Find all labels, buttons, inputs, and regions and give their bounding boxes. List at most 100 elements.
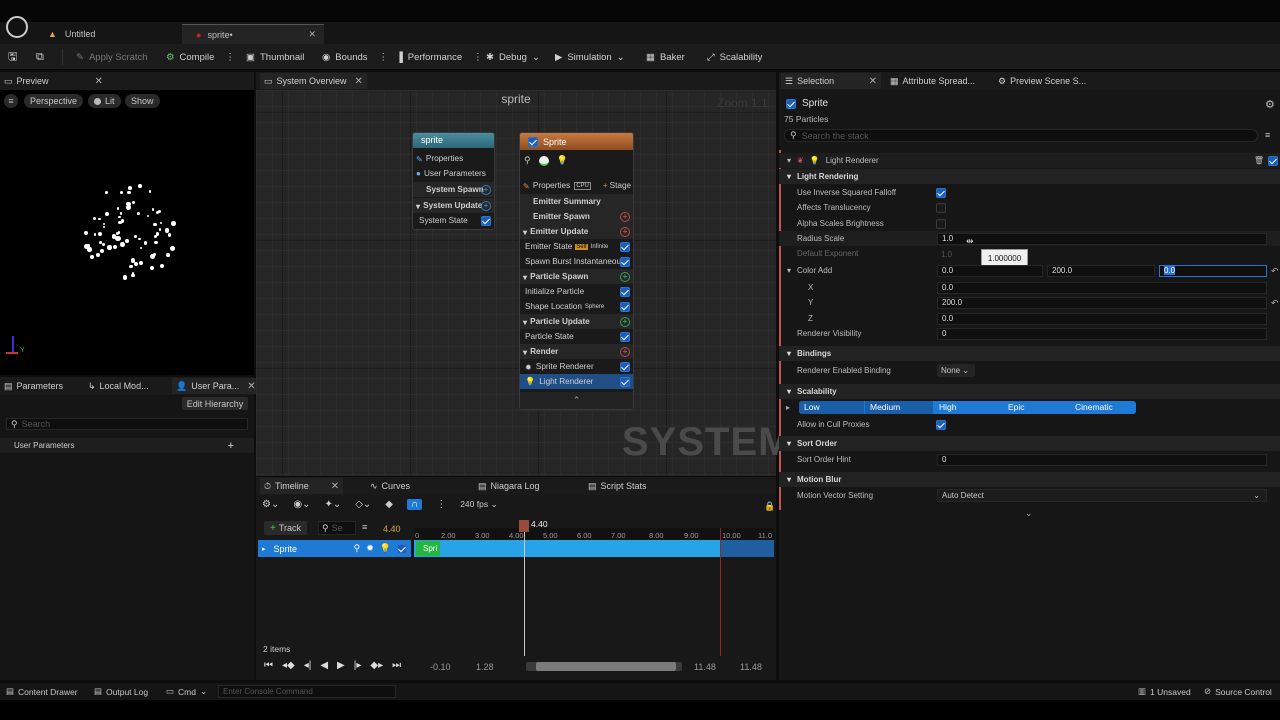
output-log-button[interactable]: ▤ Output Log (94, 686, 148, 697)
scalability-cinematic[interactable]: Cinematic (1070, 401, 1136, 414)
filter-icon[interactable]: ≡ (362, 522, 367, 532)
range-scrollbar-thumb[interactable] (536, 662, 676, 671)
track-row-sprite[interactable]: ▸ Sprite ⚲ ✹ 💡 (258, 540, 411, 557)
close-icon[interactable]: ✕ (308, 29, 316, 40)
view-icon[interactable]: ◉⌄ (293, 499, 310, 510)
range-left[interactable]: 1.28 (476, 662, 494, 672)
jump-start-icon[interactable]: ⏮ (264, 660, 273, 671)
spawn-burst-checkbox[interactable] (620, 256, 630, 267)
particle-spawn-row[interactable]: ▾ Particle Spawn + (520, 269, 633, 284)
tab-user-parameters[interactable]: 👤 User Para... ✕ (172, 378, 260, 394)
end-marker-line[interactable] (720, 528, 721, 656)
scalability-epic[interactable]: Epic (1003, 401, 1069, 414)
close-icon[interactable]: ✕ (869, 76, 877, 87)
system-node[interactable]: sprite ✎ Properties ● User Parameters Syst… (412, 132, 495, 230)
particle-update-row[interactable]: ▾ Particle Update + (520, 314, 633, 329)
settings-icon[interactable]: ⚙⌄ (262, 499, 279, 510)
shape-location-row[interactable]: Shape Location Sphere (520, 299, 633, 314)
emitter-properties-row[interactable]: ✎ Properties CPU + Stage (520, 178, 633, 193)
tab-sprite[interactable]: ● sprite• ✕ (182, 24, 324, 44)
section-motion-blur[interactable]: ▾ Motion Blur (779, 472, 1280, 487)
system-properties-row[interactable]: ✎ Properties (413, 151, 494, 166)
expand-more-icon[interactable]: ⌄ (1025, 508, 1033, 519)
source-control-button[interactable]: ⊘ Source Control (1204, 686, 1272, 697)
scalability-medium[interactable]: Medium (865, 401, 933, 414)
close-icon[interactable]: ✕ (247, 381, 255, 392)
radius-scale-input[interactable]: 1.0 (937, 233, 1267, 245)
console-input[interactable]: Enter Console Command (218, 685, 396, 698)
expand-arrow-icon[interactable]: ▸ (262, 545, 266, 553)
edit-hierarchy-button[interactable]: Edit Hierarchy (182, 397, 248, 410)
section-sort-order[interactable]: ▾ Sort Order (779, 436, 1280, 451)
close-icon[interactable]: ✕ (95, 76, 103, 87)
more-options-icon[interactable]: ⋮ (225, 52, 235, 63)
initialize-particle-row[interactable]: Initialize Particle (520, 284, 633, 299)
playhead-line[interactable] (524, 528, 525, 656)
delete-icon[interactable]: 🗑 (1254, 156, 1264, 165)
tab-untitled[interactable]: ▲ Untitled (34, 24, 180, 44)
light-renderer-icon[interactable]: 💡 (557, 155, 568, 166)
step-forward-icon[interactable]: |▸ (354, 660, 362, 671)
range-scrollbar[interactable] (526, 662, 682, 671)
add-module-icon[interactable]: + (620, 316, 630, 327)
add-module-icon[interactable]: + (481, 184, 491, 195)
range-end[interactable]: 11.48 (740, 662, 762, 672)
step-back-icon[interactable]: ◂| (304, 660, 312, 671)
fps-dropdown[interactable]: 240 fps ⌄ (460, 499, 497, 510)
baker-button[interactable]: ▦ Baker (646, 48, 685, 66)
keyframe-filled-icon[interactable]: ◆ (385, 499, 393, 510)
color-add-y-input[interactable]: 200.0 (1047, 265, 1155, 277)
unsaved-button[interactable]: ▥ 1 Unsaved (1138, 686, 1191, 697)
tab-attribute-spreadsheet[interactable]: ▦ Attribute Spread... (890, 73, 975, 89)
light-renderer-checkbox[interactable] (620, 376, 630, 387)
filter-icon[interactable]: ≡ (1265, 130, 1270, 140)
keyframe-icon[interactable]: ◇⌄ (355, 499, 371, 510)
snap-icon[interactable]: ✦⌄ (324, 499, 341, 510)
particle-state-row[interactable]: Particle State (520, 329, 633, 344)
tab-parameters[interactable]: ▤ Parameters (4, 378, 63, 394)
collapse-arrow-icon[interactable]: ▾ (787, 156, 791, 165)
emitter-update-row[interactable]: ▾ Emitter Update + (520, 224, 633, 239)
emitter-spawn-row[interactable]: Emitter Spawn + (520, 209, 633, 224)
unreal-logo-icon[interactable] (6, 16, 28, 38)
track-enabled-checkbox[interactable] (397, 543, 407, 554)
reset-icon[interactable]: ↶ (1271, 266, 1279, 277)
z-input[interactable]: 0.0 (937, 313, 1267, 325)
add-icon[interactable]: + (228, 440, 234, 452)
scalability-button[interactable]: ⤢ Scalability (707, 48, 762, 66)
lock-icon[interactable]: 🔒 (764, 501, 775, 512)
render-row[interactable]: ▾ Render + (520, 344, 633, 359)
sort-order-input[interactable]: 0 (937, 454, 1267, 466)
tab-curves[interactable]: ∿ Curves (370, 478, 410, 494)
collapse-arrow-icon[interactable]: ▾ (787, 387, 791, 396)
preview-tab[interactable]: ▭ Preview ✕ (4, 73, 103, 89)
collapse-arrow-icon[interactable]: ▾ (787, 172, 791, 181)
shape-location-checkbox[interactable] (620, 301, 630, 312)
compile-button[interactable]: ⚙ Compile ⋮ (166, 48, 235, 66)
track-bar[interactable] (414, 540, 720, 557)
section-bindings[interactable]: ▾ Bindings (779, 346, 1280, 361)
scalability-high[interactable]: High (934, 401, 1002, 414)
sprite-renderer-checkbox[interactable] (620, 361, 630, 372)
more-options-icon[interactable]: ⋮ (473, 52, 483, 63)
stack-search-input[interactable]: ⚲ Search the stack (784, 129, 1258, 142)
bounds-button[interactable]: ◉ Bounds ⋮ (322, 48, 388, 66)
collapse-arrow-icon[interactable]: ▾ (523, 317, 527, 327)
reset-icon[interactable]: ↶ (1271, 298, 1279, 309)
add-module-icon[interactable]: + (481, 200, 491, 211)
system-state-checkbox[interactable] (481, 215, 491, 226)
system-user-params-row[interactable]: ● User Parameters (413, 166, 494, 181)
performance-button[interactable]: ▐ Performance ⋮ (396, 48, 483, 66)
play-reverse-icon[interactable]: ◀ (320, 660, 328, 671)
emitter-enabled-checkbox[interactable] (786, 98, 796, 109)
next-key-icon[interactable]: ◆▸ (370, 660, 383, 671)
tab-timeline[interactable]: ⏱ Timeline ✕ (260, 478, 344, 494)
spawn-burst-row[interactable]: Spawn Burst Instantaneous (520, 254, 633, 269)
system-update-row[interactable]: ▾ System Update + (413, 198, 494, 213)
settings-icon[interactable]: ⚙ (1265, 98, 1275, 111)
binding-dropdown[interactable]: None ⌄ (937, 364, 975, 377)
scalability-low[interactable]: Low (799, 401, 864, 414)
particle-state-checkbox[interactable] (620, 331, 630, 342)
collapse-arrow-icon[interactable]: ▾ (416, 201, 420, 211)
show-button[interactable]: Show (125, 94, 160, 108)
